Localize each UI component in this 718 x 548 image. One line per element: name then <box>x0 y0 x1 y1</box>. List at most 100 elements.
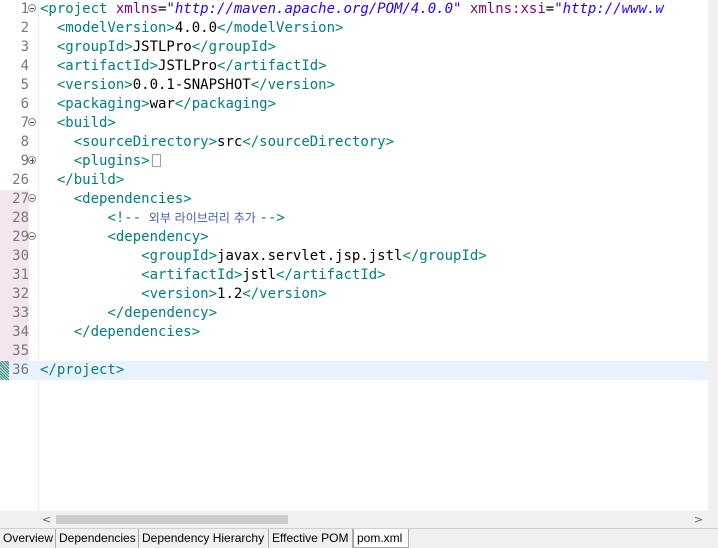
horizontal-scroll-thumb[interactable] <box>56 515 288 524</box>
code-line[interactable]: 27 <dependencies> <box>0 190 708 209</box>
code-token-txt: src <box>217 134 243 150</box>
code-text: <dependencies> <box>40 190 192 209</box>
code-line[interactable]: 7 <build> <box>0 114 708 133</box>
editor-tab-bar: Overview Dependencies Dependency Hierarc… <box>0 528 718 548</box>
code-text: <artifactId>jstl</artifactId> <box>40 266 385 285</box>
line-number: 35 <box>0 342 29 361</box>
line-number: 9 <box>20 153 29 169</box>
code-line[interactable]: 36 </project> <box>0 361 708 380</box>
scroll-right-icon[interactable]: > <box>690 511 707 528</box>
code-token-tag: <modelVersion> <box>56 20 175 36</box>
code-token-tag: </modelVersion> <box>217 20 344 36</box>
code-line[interactable]: 5 <version>0.0.1-SNAPSHOT</version> <box>0 76 708 95</box>
code-editor[interactable]: 1 <project xmlns = "http://maven.apache.org… <box>0 0 708 511</box>
code-token-tag: </version> <box>250 77 336 93</box>
code-token-tag: </version> <box>242 286 327 302</box>
line-number: 6 <box>20 96 29 112</box>
code-token-txt: 1.2 <box>217 286 243 302</box>
line-number: 34 <box>0 323 29 342</box>
code-line[interactable]: 31 <artifactId>jstl</artifactId> <box>0 266 708 285</box>
line-number: 1 <box>20 1 29 17</box>
code-line[interactable]: 29 <dependency> <box>0 228 708 247</box>
code-token-tag: <groupId> <box>56 39 133 55</box>
code-text: <groupId>JSTLPro</groupId> <box>40 38 276 57</box>
code-text: <dependency> <box>40 228 209 247</box>
code-line[interactable]: 26 </build> <box>0 171 708 190</box>
code-line[interactable]: 8 <sourceDirectory>src</sourceDirectory> <box>0 133 708 152</box>
code-line[interactable]: 9 <plugins> <box>0 152 708 171</box>
code-line[interactable]: 35 <box>0 342 708 361</box>
code-text: <groupId>javax.servlet.jsp.jstl</groupId… <box>40 247 487 266</box>
fold-collapse-icon[interactable] <box>28 194 36 202</box>
code-line[interactable]: 28 <!-- 외부 라이브러리 추가 --> <box>0 209 708 228</box>
code-token-attr: xmlns:xsi <box>469 1 546 17</box>
tab-overview[interactable]: Overview <box>0 529 56 548</box>
fold-expand-icon[interactable] <box>28 156 36 164</box>
code-text: <version>1.2</version> <box>40 285 327 304</box>
tab-dependency-hierarchy[interactable]: Dependency Hierarchy <box>139 529 269 548</box>
code-text: </dependencies> <box>40 323 200 342</box>
code-text: </dependency> <box>40 304 217 323</box>
code-line[interactable]: 34 </dependencies> <box>0 323 708 342</box>
code-token-tag: <sourceDirectory> <box>73 134 218 150</box>
code-line[interactable]: 6 <packaging>war</packaging> <box>0 95 708 114</box>
code-line[interactable]: 30 <groupId>javax.servlet.jsp.jstl</grou… <box>0 247 708 266</box>
code-line[interactable]: 1 <project xmlns = "http://maven.apache.org… <box>0 0 708 19</box>
code-text: <artifactId>JSTLPro</artifactId> <box>40 57 327 76</box>
code-text: <plugins> <box>40 152 161 171</box>
code-line[interactable]: 4 <artifactId>JSTLPro</artifactId> <box>0 57 708 76</box>
fold-collapse-icon[interactable] <box>28 118 36 126</box>
code-token-attr: xmlns <box>115 1 159 17</box>
vertical-scrollbar[interactable] <box>708 0 718 511</box>
code-token-tag: <dependencies> <box>73 191 192 207</box>
line-number: 31 <box>0 266 29 285</box>
code-token-tag: <build> <box>56 115 116 131</box>
horizontal-scrollbar[interactable]: < > <box>0 511 718 528</box>
code-line[interactable]: 3 <groupId>JSTLPro</groupId> <box>0 38 708 57</box>
scroll-left-icon[interactable]: < <box>38 511 55 528</box>
tab-effective-pom[interactable]: Effective POM <box>269 529 353 548</box>
tab-pom-xml[interactable]: pom.xml <box>353 529 409 548</box>
fold-collapse-icon[interactable] <box>28 232 36 240</box>
code-token-txt: 4.0.0 <box>174 20 218 36</box>
line-number: 26 <box>12 172 29 188</box>
collapsed-block-icon[interactable] <box>151 154 161 167</box>
line-number: 5 <box>20 77 29 93</box>
code-text: <project xmlns = "http://maven.apache.org/… <box>40 0 664 19</box>
line-number: 8 <box>20 134 29 150</box>
code-token-tag: </sourceDirectory> <box>242 134 395 150</box>
code-token-tag: <plugins> <box>73 153 150 169</box>
code-token-tag: </dependencies> <box>73 324 201 340</box>
code-token-tag: <dependency> <box>107 229 209 245</box>
code-token-tag: --> <box>259 210 285 226</box>
code-token-tag: <artifactId> <box>56 58 159 74</box>
code-token-txt: = <box>545 1 555 17</box>
code-text: </build> <box>40 171 124 190</box>
code-token-txt: 0.0.1-SNAPSHOT <box>132 77 251 93</box>
tab-dependencies[interactable]: Dependencies <box>56 529 139 548</box>
line-number: 30 <box>0 247 29 266</box>
code-token-txt: JSTLPro <box>132 39 192 55</box>
line-number: 29 <box>0 228 29 247</box>
line-number: 3 <box>20 39 29 55</box>
code-line[interactable]: 32 <version>1.2</version> <box>0 285 708 304</box>
code-line[interactable]: 2 <modelVersion>4.0.0</modelVersion> <box>0 19 708 38</box>
code-token-txt: javax.servlet.jsp.jstl <box>217 248 403 264</box>
code-token-txt: jstl <box>242 267 277 283</box>
code-text: <modelVersion>4.0.0</modelVersion> <box>40 19 344 38</box>
code-text: <packaging>war</packaging> <box>40 95 276 114</box>
fold-collapse-icon[interactable] <box>28 4 36 12</box>
code-token-tag: </project> <box>40 362 125 378</box>
code-line[interactable]: 33 </dependency> <box>0 304 708 323</box>
line-number: 33 <box>0 304 29 323</box>
